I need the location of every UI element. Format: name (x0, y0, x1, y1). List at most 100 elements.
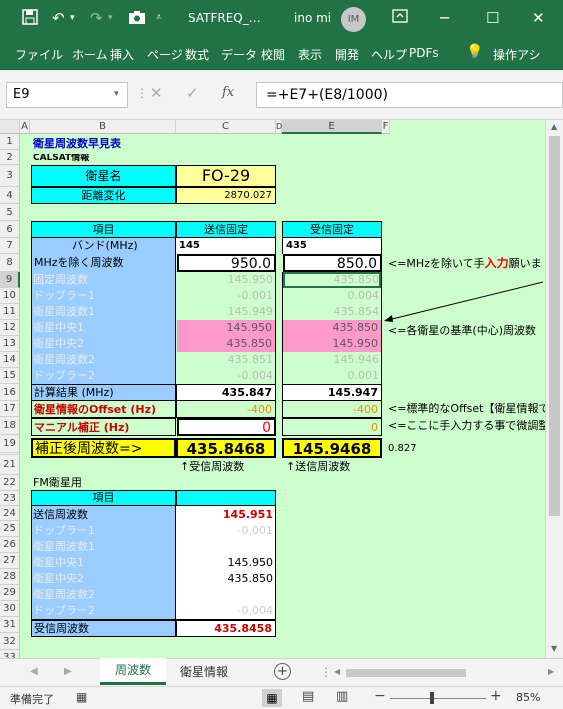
mhz-rx-input[interactable]: 850.0 (283, 254, 382, 272)
zoom-slider-thumb[interactable] (430, 692, 434, 704)
maximize-icon[interactable]: ☐ (486, 9, 499, 27)
close-icon[interactable]: ✕ (532, 9, 545, 27)
cancel-icon[interactable]: ✕ (150, 84, 163, 102)
macro-record-icon[interactable]: ▦ (76, 690, 87, 704)
distance-value[interactable]: 2870.027 (176, 187, 276, 204)
row-header-31[interactable]: 31 (0, 617, 20, 633)
row-header-14[interactable]: 14 (0, 352, 20, 368)
scroll-down-icon[interactable]: ▼ (551, 644, 557, 653)
vertical-scrollbar[interactable]: ▲ ▼ (545, 120, 563, 658)
col-header-f[interactable]: F (382, 120, 390, 134)
tab-data[interactable]: データ (221, 46, 257, 63)
tab-home[interactable]: ホーム (72, 46, 108, 63)
hscroll-left-icon[interactable]: ◀ (334, 667, 340, 676)
row-header-2[interactable]: 2 (0, 150, 20, 165)
formula-input[interactable]: =+E7+(E8/1000) (256, 82, 563, 108)
page-layout-view-icon[interactable]: ▤ (302, 689, 314, 704)
zoom-in-icon[interactable]: + (490, 688, 502, 704)
tab-page-layout[interactable]: ページ (147, 46, 183, 63)
hscroll-right-icon[interactable]: ▶ (548, 667, 554, 676)
enter-icon[interactable]: ✓ (186, 84, 199, 102)
user-name[interactable]: ino mi (294, 11, 331, 25)
col-header-b[interactable]: B (30, 120, 176, 134)
row-header-4[interactable]: 4 (0, 187, 20, 204)
page-break-view-icon[interactable]: ▥ (336, 689, 348, 704)
row-header-3[interactable]: 3 (0, 165, 20, 187)
tab-tell-me[interactable]: 操作アシ (493, 46, 541, 63)
worksheet-grid[interactable]: A B C D E F 1 2 3 4 5 6 7 8 9 10 11 12 13 14 15 16 17 18 1… (0, 120, 545, 658)
row-header-28[interactable]: 28 (0, 569, 20, 585)
center1-rx[interactable]: 435.850 (283, 320, 381, 336)
row-header-22[interactable]: 22 (0, 475, 20, 491)
tab-pdfs[interactable]: PDFs (409, 46, 439, 60)
col-header-c[interactable]: C (176, 120, 276, 134)
row-header-12[interactable]: 12 (0, 320, 20, 336)
row-header-24[interactable]: 24 (0, 506, 20, 521)
center1-tx[interactable]: 145.950 (177, 320, 275, 336)
row-header-32[interactable]: 32 (0, 633, 20, 650)
row-header-23[interactable]: 23 (0, 491, 20, 506)
row-header-15[interactable]: 15 (0, 368, 20, 384)
row-header-33[interactable]: 33 (0, 650, 20, 658)
tab-help[interactable]: ヘルプ (371, 46, 407, 63)
row-header-26[interactable]: 26 (0, 537, 20, 553)
sheet-tab-frequency[interactable]: 周波数 (100, 658, 166, 685)
row-header-13[interactable]: 13 (0, 336, 20, 352)
center2-tx[interactable]: 435.850 (177, 336, 275, 352)
customize-qat-icon[interactable]: ⩡ (156, 12, 162, 23)
center2-rx[interactable]: 145.950 (283, 336, 381, 352)
tab-formulas[interactable]: 数式 (185, 46, 209, 63)
tab-split-icon[interactable]: ⋮ (320, 665, 332, 679)
row-header-5[interactable]: 5 (0, 204, 20, 221)
name-box[interactable]: E9 (6, 82, 128, 108)
row-header-21[interactable]: 21 (0, 455, 20, 475)
col-header-e[interactable]: E (282, 120, 382, 134)
horizontal-scroll-thumb[interactable] (346, 669, 466, 677)
ribbon-display-options-icon[interactable] (392, 9, 408, 27)
row-header-8[interactable]: 8 (0, 254, 20, 272)
row-header-10[interactable]: 10 (0, 288, 20, 304)
add-sheet-icon[interactable]: + (274, 663, 291, 680)
zoom-out-icon[interactable]: − (374, 688, 386, 704)
mhz-tx-input[interactable]: 950.0 (177, 254, 276, 272)
select-all-corner[interactable] (0, 120, 20, 134)
row-header-17[interactable]: 17 (0, 401, 20, 417)
row-header-7[interactable]: 7 (0, 238, 20, 254)
zoom-level[interactable]: 85% (516, 691, 540, 704)
row-header-29[interactable]: 29 (0, 585, 20, 601)
redo-icon[interactable]: ↷ (90, 9, 103, 27)
sheet-tab-satellite-info[interactable]: 衛星情報 (168, 659, 240, 685)
next-sheet-icon[interactable]: ▶ (64, 666, 72, 677)
tab-developer[interactable]: 開発 (335, 46, 359, 63)
name-box-dropdown-icon[interactable]: ▾ (114, 89, 119, 99)
sat-name-value[interactable]: FO-29 (176, 165, 276, 187)
scroll-up-icon[interactable]: ▲ (551, 122, 557, 131)
row-header-16[interactable]: 16 (0, 384, 20, 401)
row-header-27[interactable]: 27 (0, 553, 20, 569)
manual-tx-input[interactable]: 0 (177, 418, 276, 436)
row-header-19[interactable]: 19 (0, 435, 20, 453)
band-tx[interactable]: 145 (176, 238, 276, 254)
row-header-1[interactable]: 1 (0, 134, 20, 150)
insert-function-icon[interactable]: fx (222, 85, 234, 100)
minimize-icon[interactable]: ─ (440, 9, 449, 27)
normal-view-icon[interactable]: ▦ (262, 689, 282, 707)
tab-file[interactable]: ファイル (15, 46, 63, 63)
save-icon[interactable] (22, 9, 38, 29)
lightbulb-icon[interactable]: 💡 (466, 44, 483, 60)
band-rx[interactable]: 435 (282, 238, 382, 254)
undo-icon[interactable]: ↶ (52, 9, 65, 27)
tab-view[interactable]: 表示 (298, 46, 322, 63)
tab-insert[interactable]: 挿入 (110, 46, 134, 63)
prev-sheet-icon[interactable]: ◀ (30, 666, 38, 677)
row-header-6[interactable]: 6 (0, 221, 20, 238)
avatar[interactable]: IM (341, 7, 366, 32)
undo-dropdown-icon[interactable]: ▾ (70, 13, 75, 23)
row-header-25[interactable]: 25 (0, 521, 20, 537)
row-header-9[interactable]: 9 (0, 272, 20, 288)
row-header-30[interactable]: 30 (0, 601, 20, 617)
scroll-thumb[interactable] (549, 136, 560, 516)
camera-icon[interactable] (128, 9, 146, 29)
row-header-18[interactable]: 18 (0, 417, 20, 435)
row-header-11[interactable]: 11 (0, 304, 20, 320)
